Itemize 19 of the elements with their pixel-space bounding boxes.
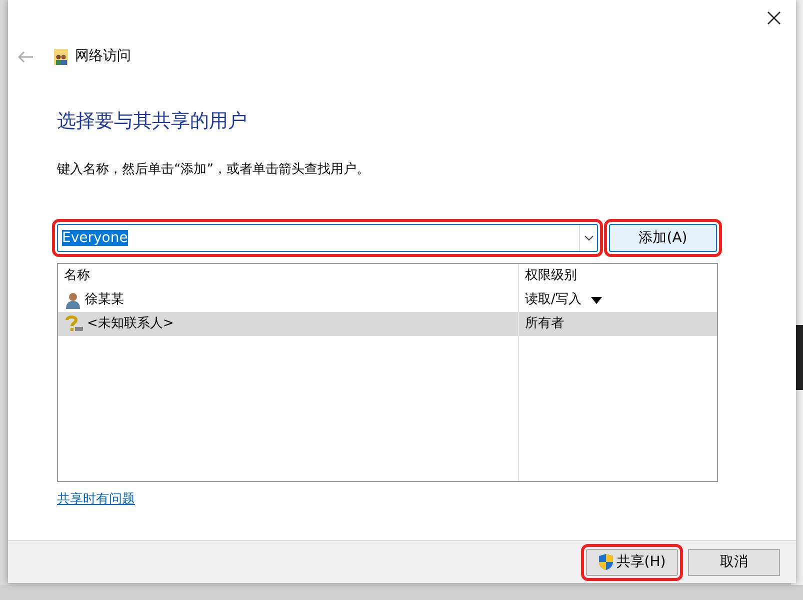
help-link[interactable]: 共享时有问题 bbox=[57, 490, 135, 510]
permission-level: 读取/写入 bbox=[525, 291, 582, 310]
cancel-button[interactable]: 取消 bbox=[688, 548, 780, 576]
column-header: 权限级别 bbox=[525, 267, 577, 286]
unknown-contact-icon bbox=[64, 315, 84, 333]
user-name: <未知联系人> bbox=[87, 315, 174, 334]
user-name: 徐某某 bbox=[85, 291, 124, 310]
close-icon[interactable] bbox=[766, 10, 782, 26]
user-icon bbox=[64, 291, 82, 309]
shield-icon bbox=[598, 553, 614, 571]
column-header: 名称 bbox=[64, 267, 90, 286]
instruction-text: 键入名称，然后单击“添加”，或者单击箭头查找用户。 bbox=[57, 160, 370, 178]
users-folder-icon bbox=[53, 48, 69, 66]
dropdown-caret-icon[interactable] bbox=[584, 235, 594, 241]
permission-level: 所有者 bbox=[525, 315, 564, 334]
window-title: 网络访问 bbox=[75, 47, 131, 66]
heading: 选择要与其共享的用户 bbox=[57, 109, 248, 134]
dropdown-caret-icon[interactable] bbox=[591, 296, 602, 304]
list-row[interactable]: <未知联系人> 所有者 bbox=[58, 312, 717, 336]
